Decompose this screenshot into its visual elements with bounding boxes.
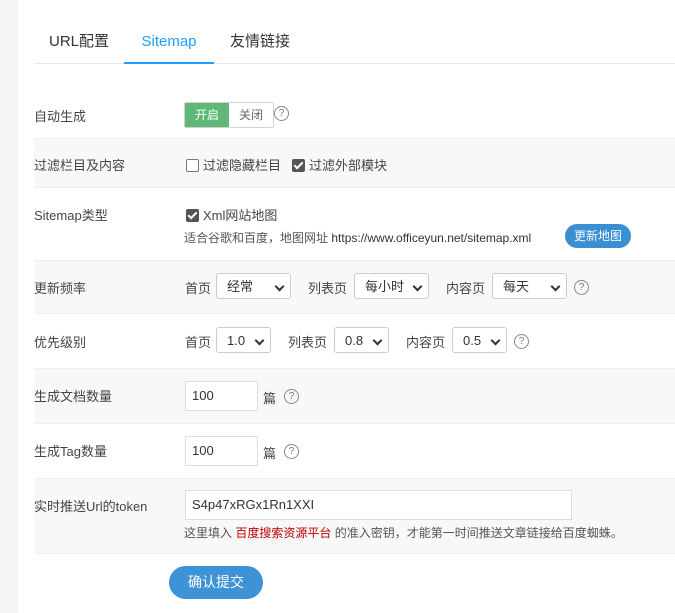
chevron-down-icon xyxy=(412,281,423,292)
freq-content-select[interactable]: 每天 xyxy=(492,273,567,299)
help-icon[interactable]: ? xyxy=(284,444,299,459)
freq-list-value: 每小时 xyxy=(365,279,405,294)
prio-home-value: 1.0 xyxy=(227,333,246,348)
freq-home-value: 经常 xyxy=(227,279,254,294)
checkbox-icon[interactable] xyxy=(186,159,199,172)
token-input[interactable]: S4p47xRGx1Rn1XXI xyxy=(185,490,572,520)
help-icon[interactable]: ? xyxy=(574,280,589,295)
prio-list-label: 列表页 xyxy=(288,335,328,350)
filter-hidden-option[interactable]: 过滤隐藏栏目 xyxy=(186,155,281,174)
row-sitemap-type: Sitemap类型 Xml网站地图 适合谷歌和百度，地图网址 https://w… xyxy=(34,188,675,261)
filter-external-label: 过滤外部模块 xyxy=(309,158,388,173)
token-tip-suffix: 的准入密钥，才能第一时间推送文章链接给百度蜘蛛。 xyxy=(334,526,623,540)
freq-list-select[interactable]: 每小时 xyxy=(354,273,429,299)
sitemap-note-text: 适合谷歌和百度，地图网址 xyxy=(184,231,329,245)
checkbox-checked-icon[interactable] xyxy=(292,159,305,172)
row-doc-count: 生成文档数量 100 篇 ? xyxy=(34,369,675,424)
chevron-down-icon xyxy=(490,335,501,346)
doc-count-label: 生成文档数量 xyxy=(34,389,113,404)
token-tip-prefix: 这里填入 xyxy=(184,526,233,540)
submit-button[interactable]: 确认提交 xyxy=(169,566,263,599)
doc-count-unit: 篇 xyxy=(263,391,277,406)
freq-content-value: 每天 xyxy=(503,279,530,294)
freq-content-label: 内容页 xyxy=(446,281,486,296)
chevron-down-icon xyxy=(550,281,561,292)
freq-list-label: 列表页 xyxy=(308,281,348,296)
chevron-down-icon xyxy=(254,335,265,346)
baidu-platform-link[interactable]: 百度搜索资源平台 xyxy=(235,526,331,540)
frequency-label: 更新频率 xyxy=(34,281,87,296)
sitemap-note: 适合谷歌和百度，地图网址 https://www.officeyun.net/s… xyxy=(184,229,531,246)
tag-count-input[interactable]: 100 xyxy=(185,436,258,466)
token-label: 实时推送Url的token xyxy=(34,499,148,514)
sitemap-url: https://www.officeyun.net/sitemap.xml xyxy=(331,231,532,245)
filter-hidden-label: 过滤隐藏栏目 xyxy=(203,158,282,173)
help-icon[interactable]: ? xyxy=(514,334,529,349)
auto-generate-switch[interactable]: 开启 关闭 xyxy=(184,102,275,128)
refresh-map-button[interactable]: 更新地图 xyxy=(565,224,631,248)
auto-generate-label: 自动生成 xyxy=(34,109,87,124)
tab-friend-links[interactable]: 友情链接 xyxy=(214,22,306,62)
chevron-down-icon xyxy=(372,335,383,346)
prio-content-select[interactable]: 0.5 xyxy=(452,327,507,353)
tag-count-unit: 篇 xyxy=(263,446,277,461)
prio-list-value: 0.8 xyxy=(345,333,364,348)
freq-home-select[interactable]: 经常 xyxy=(216,273,291,299)
xml-sitemap-option[interactable]: Xml网站地图 xyxy=(186,205,277,224)
row-priority: 优先级别 首页 1.0 列表页 0.8 内容页 0.5 ? xyxy=(34,314,675,369)
row-token: 实时推送Url的token S4p47xRGx1Rn1XXI 这里填入 百度搜索… xyxy=(34,479,675,554)
filter-label: 过滤栏目及内容 xyxy=(34,158,126,173)
doc-count-input[interactable]: 100 xyxy=(185,381,258,411)
row-tag-count: 生成Tag数量 100 篇 ? xyxy=(34,424,675,479)
row-frequency: 更新频率 首页 经常 列表页 每小时 内容页 每天 ? xyxy=(34,261,675,314)
chevron-down-icon xyxy=(274,281,285,292)
help-icon[interactable]: ? xyxy=(274,106,289,121)
row-auto-generate: 自动生成 开启 关闭 ? xyxy=(34,88,675,139)
priority-label: 优先级别 xyxy=(34,335,87,350)
tab-bar: URL配置 Sitemap 友情链接 xyxy=(34,22,675,64)
prio-content-value: 0.5 xyxy=(463,333,482,348)
row-filter: 过滤栏目及内容 过滤隐藏栏目 过滤外部模块 xyxy=(34,139,675,188)
prio-home-select[interactable]: 1.0 xyxy=(216,327,271,353)
tag-count-label: 生成Tag数量 xyxy=(34,444,107,459)
prio-list-select[interactable]: 0.8 xyxy=(334,327,389,353)
xml-sitemap-label: Xml网站地图 xyxy=(203,208,278,223)
prio-home-label: 首页 xyxy=(185,335,212,350)
switch-off[interactable]: 关闭 xyxy=(229,103,274,127)
filter-external-option[interactable]: 过滤外部模块 xyxy=(292,155,387,174)
help-icon[interactable]: ? xyxy=(284,389,299,404)
checkbox-checked-icon[interactable] xyxy=(186,209,199,222)
switch-on[interactable]: 开启 xyxy=(185,103,230,127)
freq-home-label: 首页 xyxy=(185,281,212,296)
tab-url-config[interactable]: URL配置 xyxy=(34,22,124,62)
sitemap-type-label: Sitemap类型 xyxy=(34,208,108,223)
settings-panel: URL配置 Sitemap 友情链接 自动生成 开启 关闭 ? 过滤栏目及内容 … xyxy=(18,0,675,613)
tab-sitemap[interactable]: Sitemap xyxy=(124,22,214,64)
token-tip: 这里填入 百度搜索资源平台 的准入密钥，才能第一时间推送文章链接给百度蜘蛛。 xyxy=(184,524,623,541)
prio-content-label: 内容页 xyxy=(406,335,446,350)
